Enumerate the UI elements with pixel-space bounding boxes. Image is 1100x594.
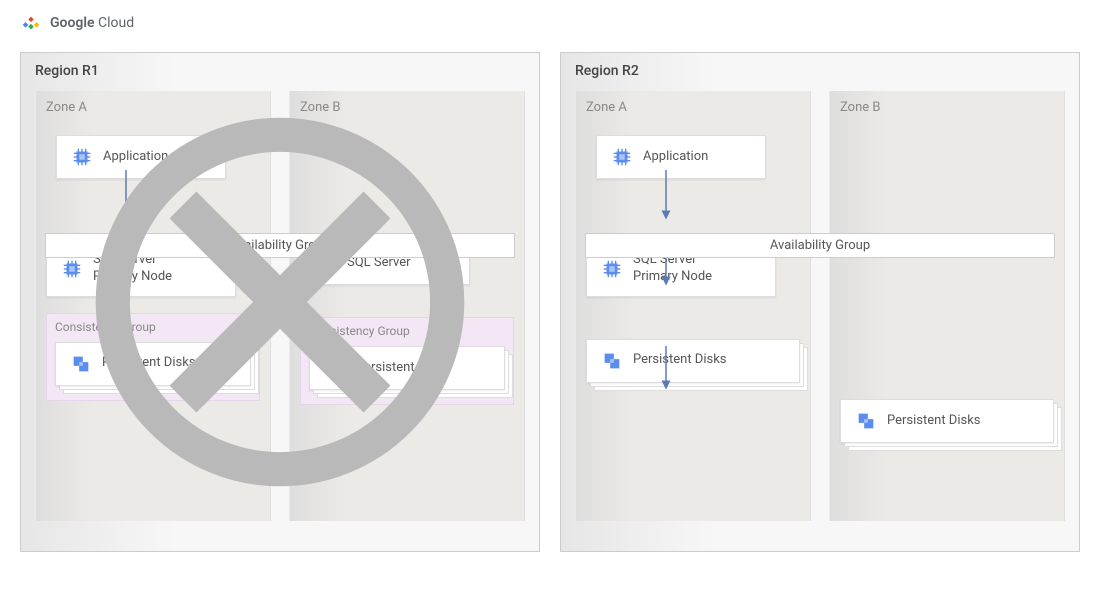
r1-za-disks-label: Persistent Disks xyxy=(102,355,196,372)
region-r2-zones: Availability Group Zone A xyxy=(575,91,1065,521)
persistent-disk-icon xyxy=(601,350,623,372)
r1-za-application-label: Application xyxy=(103,149,168,166)
r1-za-application-node: Application xyxy=(56,135,226,179)
r1-za-cg-title: Consistency Group xyxy=(55,320,251,334)
r1-zb-disks-label: Persistent Disks xyxy=(356,360,450,377)
r2-zone-a-title: Zone A xyxy=(586,100,800,115)
r1-zb-disks-node: Persistent Disks xyxy=(309,346,505,390)
region-r1-zones: Availability Group Zone A xyxy=(35,91,525,521)
region-r2-title: Region R2 xyxy=(575,63,1065,79)
regions-container: Region R1 Availability Group Zone A xyxy=(20,52,1080,552)
header: Google Cloud xyxy=(20,12,1080,34)
brand-bold: Google xyxy=(50,15,95,31)
r2-za-application-node: Application xyxy=(596,135,766,179)
persistent-disk-icon xyxy=(70,353,92,375)
persistent-disk-icon xyxy=(855,410,877,432)
r2-za-application-label: Application xyxy=(643,149,708,166)
compute-engine-icon xyxy=(61,258,83,280)
availability-group-r2: Availability Group xyxy=(585,233,1055,258)
r1-zone-b-title: Zone B xyxy=(300,100,514,115)
compute-engine-icon xyxy=(601,258,623,280)
r2-zone-a: Zone A Application xyxy=(575,91,811,521)
r2-za-disks-label: Persistent Disks xyxy=(633,352,727,369)
brand-text: Google Cloud xyxy=(50,15,134,31)
compute-engine-icon xyxy=(611,146,633,168)
r1-za-disks-node: Persistent Disks xyxy=(55,342,251,386)
region-r2: Region R2 Availability Group Zone A xyxy=(560,52,1080,552)
r1-zone-b: Zone B SQL Server xyxy=(289,91,525,521)
r1-zone-a-title: Zone A xyxy=(46,100,260,115)
r1-za-consistency-group: Consistency Group Persistent Disks xyxy=(46,313,260,401)
compute-engine-icon xyxy=(71,146,93,168)
r2-zb-disks-node: Persistent Disks xyxy=(840,399,1054,443)
r1-zb-cg-title: Consistency Group xyxy=(309,324,505,338)
availability-group-r1: Availability Group xyxy=(45,233,515,258)
brand-light: Cloud xyxy=(98,15,134,31)
r2-zone-b: Zone B Persistent Disks xyxy=(829,91,1065,521)
google-cloud-logo-icon xyxy=(20,12,42,34)
region-r1-title: Region R1 xyxy=(35,63,525,79)
r2-zb-disks-label: Persistent Disks xyxy=(887,413,981,430)
persistent-disk-icon xyxy=(324,357,346,379)
r1-zone-a: Zone A Application xyxy=(35,91,271,521)
r2-za-disks-node: Persistent Disks xyxy=(586,339,800,383)
r2-zone-b-title: Zone B xyxy=(840,100,1054,115)
r1-zb-consistency-group: Consistency Group Persistent Disks xyxy=(300,317,514,405)
region-r1: Region R1 Availability Group Zone A xyxy=(20,52,540,552)
